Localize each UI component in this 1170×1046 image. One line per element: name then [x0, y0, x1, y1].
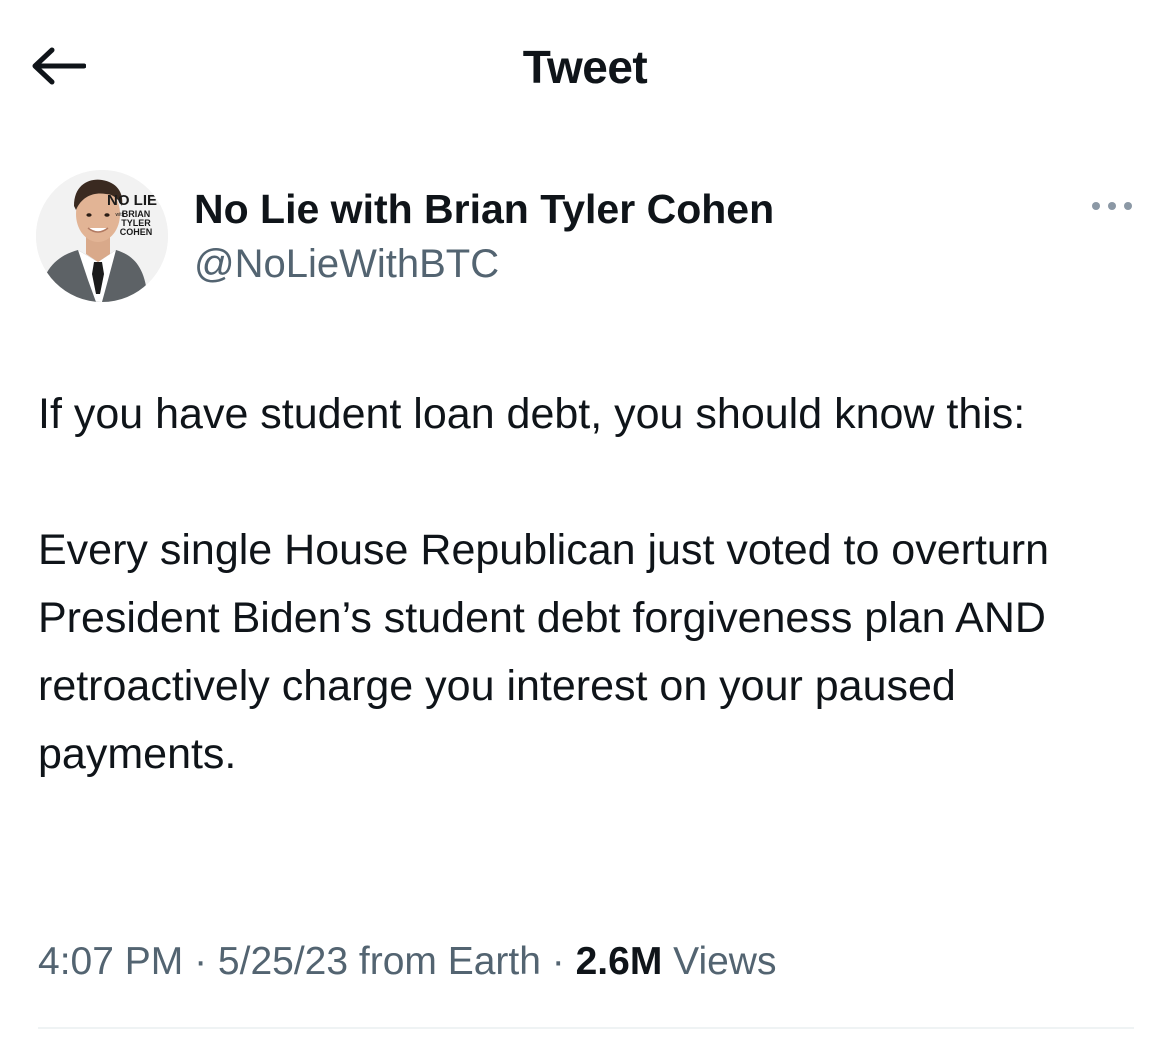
tweet-time[interactable]: 4:07 PM: [38, 940, 183, 983]
tweet-date[interactable]: 5/25/23: [218, 940, 348, 983]
page-title: Tweet: [522, 41, 648, 93]
author-handle[interactable]: @NoLieWithBTC: [194, 242, 499, 287]
avatar[interactable]: NO LIE with BRIAN TYLER COHEN: [36, 170, 168, 302]
more-options-button[interactable]: [1086, 192, 1138, 224]
tweet-paragraph: Every single House Republican just voted…: [38, 526, 1050, 778]
top-bar: Tweet: [0, 0, 1170, 134]
views-label: Views: [662, 940, 777, 983]
tweet-source: from Earth: [348, 940, 541, 983]
tweet-text: If you have student loan debt, you shoul…: [38, 380, 1138, 788]
author-display-name[interactable]: No Lie with Brian Tyler Cohen: [194, 186, 774, 233]
meta-separator: ·: [540, 940, 576, 983]
meta-separator: ·: [183, 940, 218, 983]
tweet-author: NO LIE with BRIAN TYLER COHEN No Lie wit…: [36, 170, 1136, 304]
more-horizontal-icon: [1090, 199, 1134, 217]
views-count[interactable]: 2.6M: [576, 940, 663, 983]
avatar-logo-line4: COHEN: [120, 227, 153, 237]
tweet-paragraph: If you have student loan debt, you shoul…: [38, 390, 1026, 438]
divider: [38, 1027, 1134, 1029]
avatar-logo-line1: NO LIE: [107, 192, 157, 209]
tweet-meta: 4:07 PM · 5/25/23 from Earth · 2.6M View…: [38, 940, 776, 984]
